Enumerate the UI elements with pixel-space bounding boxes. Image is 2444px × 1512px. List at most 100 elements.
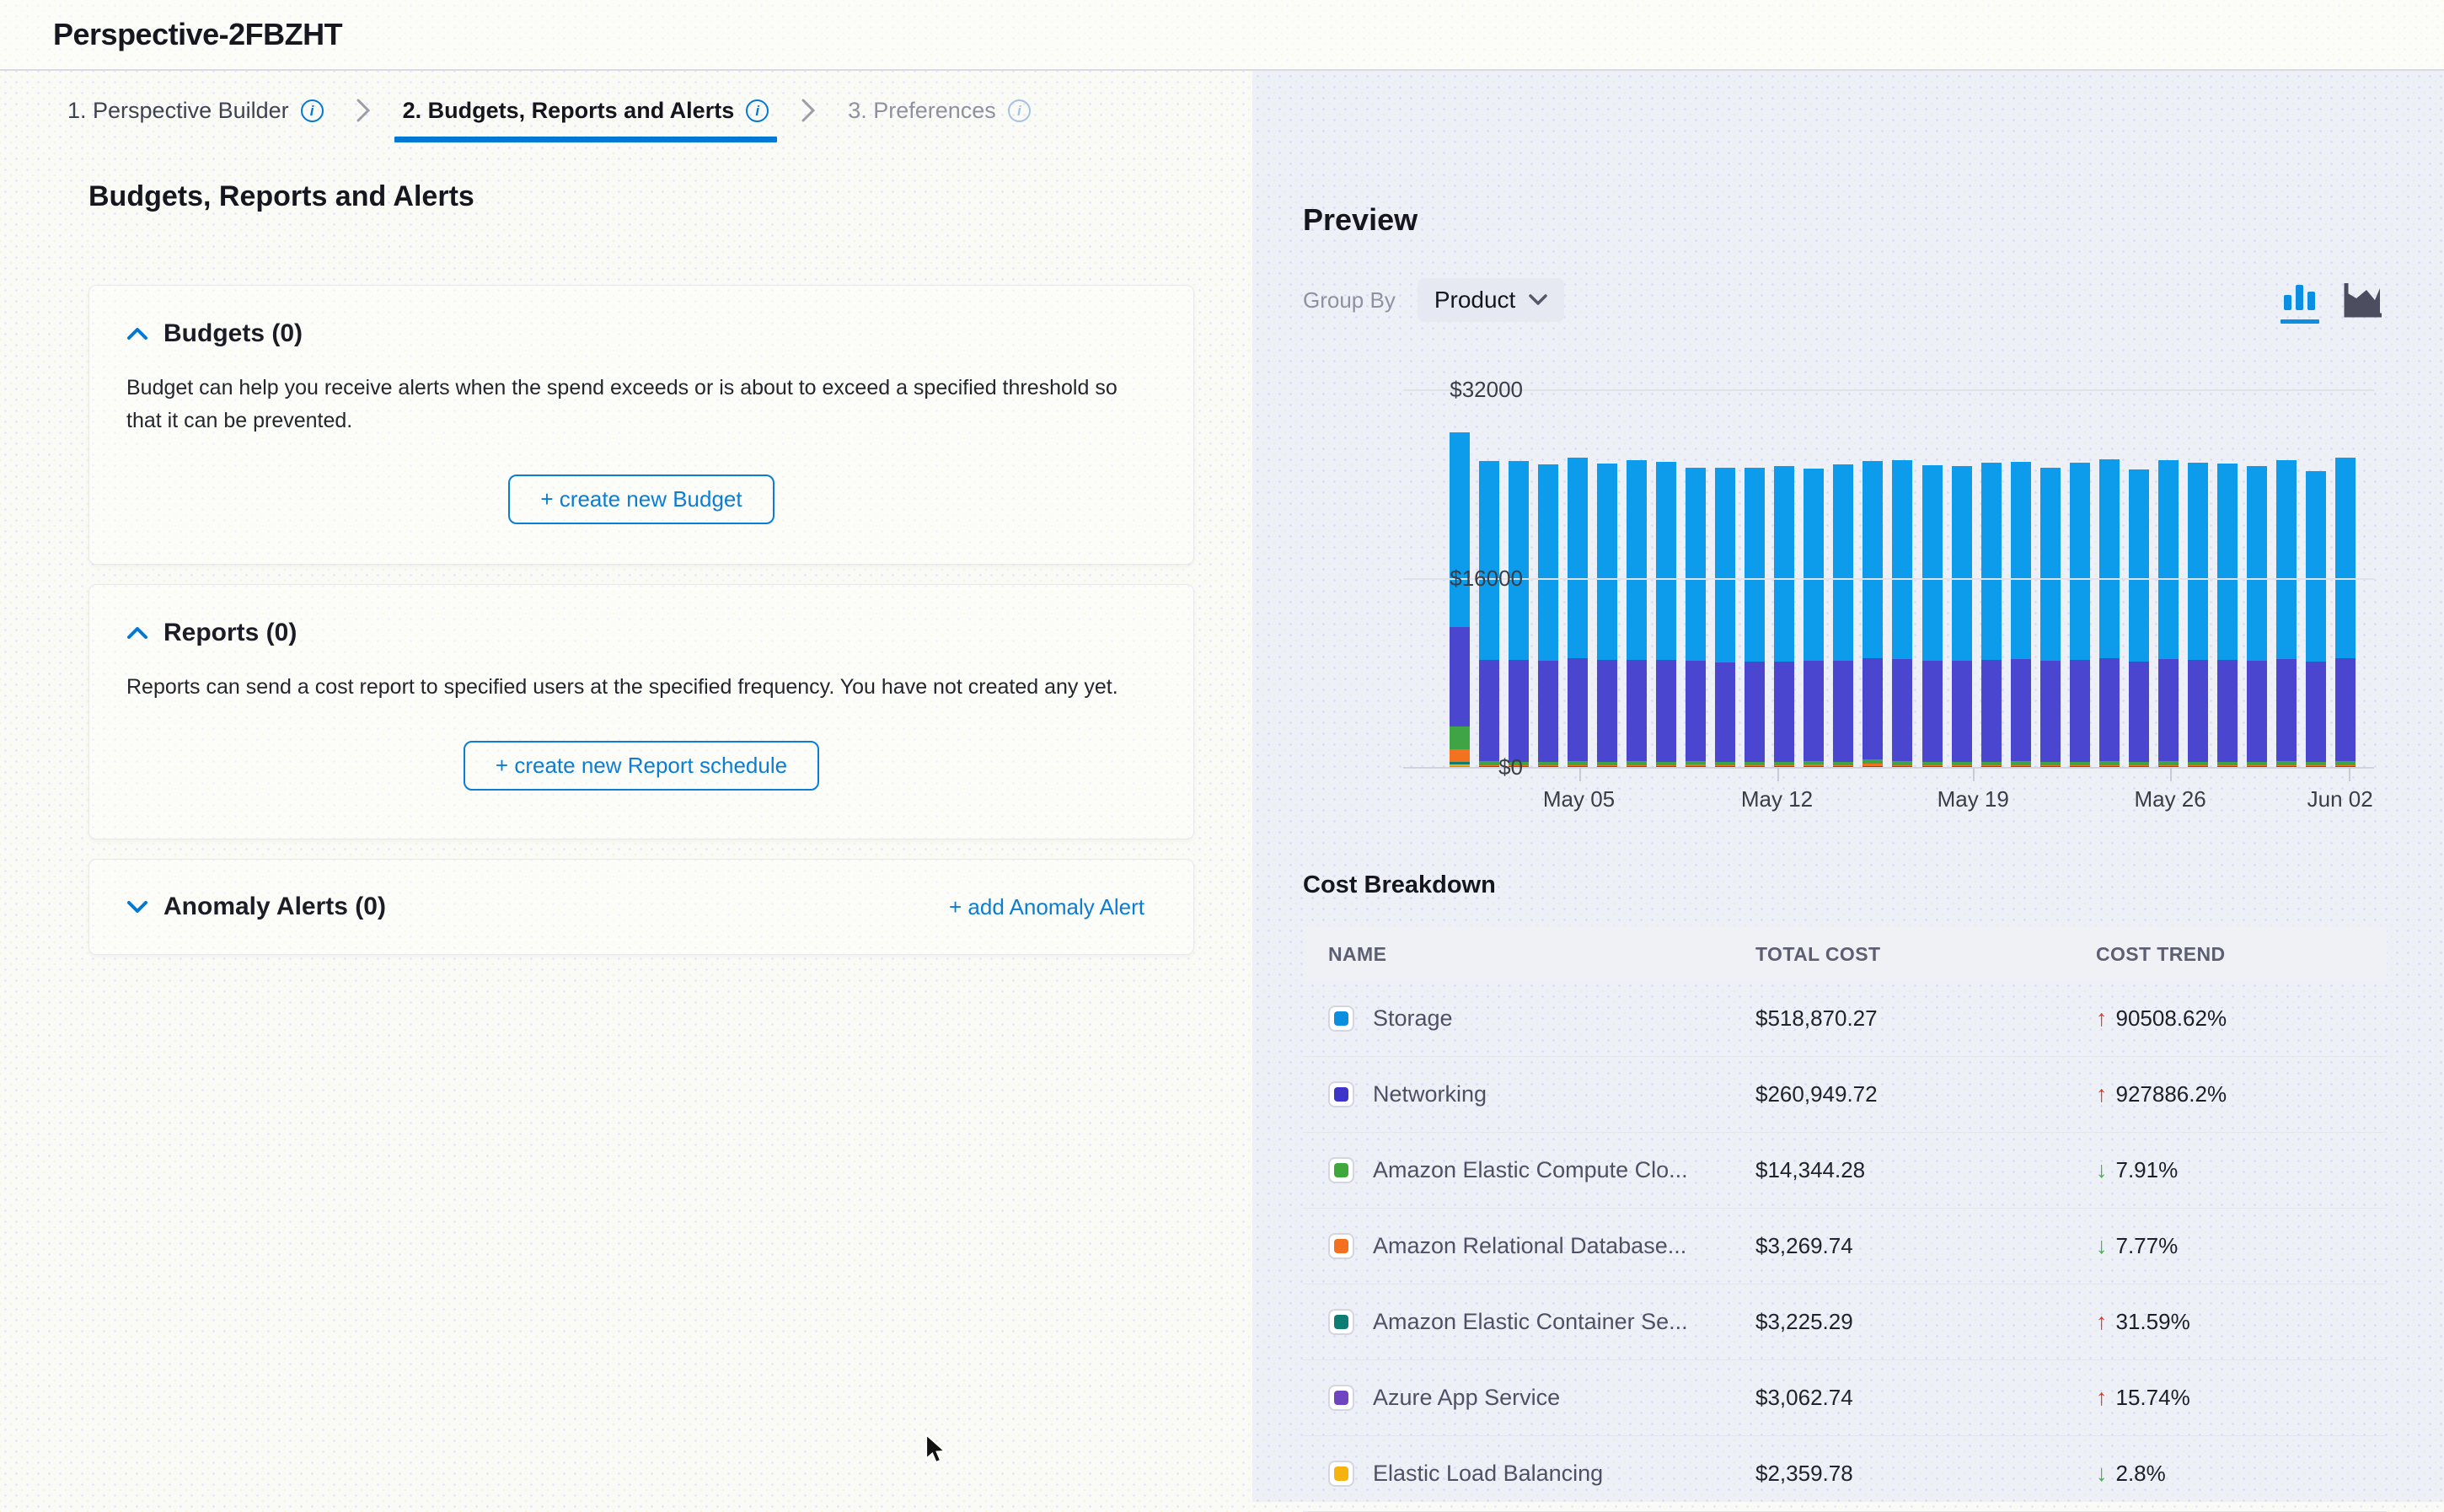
x-axis-tick [2170, 768, 2172, 781]
series-color-swatch[interactable] [1328, 1309, 1354, 1335]
trend-value: 31.59% [2116, 1309, 2190, 1335]
mouse-cursor [921, 1433, 953, 1471]
preview-title: Preview [1303, 202, 1418, 238]
tab-budgets-reports-alerts[interactable]: 2. Budgets, Reports and Alerts i [403, 98, 769, 124]
bar-segment [1952, 661, 1972, 762]
table-row[interactable]: Storage $518,870.27↑90508.62% [1303, 981, 2387, 1057]
stacked-bar-may-05[interactable] [1538, 464, 1558, 768]
bar-segment [2011, 462, 2031, 660]
stacked-bar-may-07[interactable] [1597, 464, 1617, 768]
stacked-bar-may-04[interactable] [1509, 461, 1529, 768]
bar-segment [2217, 660, 2238, 761]
area-chart-toggle[interactable] [2343, 281, 2385, 319]
chevron-up-icon[interactable] [126, 625, 148, 641]
stacked-bar-may-09[interactable] [1656, 462, 1676, 768]
product-name: Amazon Relational Database... [1373, 1233, 1686, 1259]
bar-segment [1922, 465, 1943, 661]
tab-perspective-builder[interactable]: 1. Perspective Builder i [67, 98, 324, 124]
info-icon[interactable]: i [746, 99, 769, 122]
tab-preferences[interactable]: 3. Preferences i [848, 98, 1031, 124]
cost-chart[interactable]: $32000$16000$0May 05May 12May 19May 26Ju… [1403, 390, 2374, 768]
trend-up-arrow-icon: ↑ [2096, 1081, 2108, 1107]
stacked-bar-jun-01[interactable] [2335, 458, 2356, 768]
bar-segment [1450, 627, 1470, 727]
table-row[interactable]: Elastic Load Balancing$2,359.78↓2.8% [1303, 1436, 2387, 1512]
group-by-dropdown[interactable]: Product [1418, 278, 1565, 322]
stacked-bar-may-29[interactable] [2247, 466, 2267, 768]
series-color-swatch[interactable] [1328, 1157, 1354, 1183]
info-icon[interactable]: i [1008, 99, 1031, 122]
bar-segment [2276, 659, 2297, 761]
series-color-swatch[interactable] [1328, 1081, 1354, 1107]
stacked-bar-may-02[interactable] [1450, 432, 1470, 768]
stacked-bar-may-13[interactable] [1774, 466, 1794, 768]
series-color-swatch[interactable] [1328, 1461, 1354, 1487]
series-color-swatch[interactable] [1328, 1005, 1354, 1032]
row-total-cost: $518,870.27 [1755, 1005, 2096, 1032]
bar-segment [2099, 658, 2120, 761]
stacked-bar-may-23[interactable] [2070, 463, 2090, 768]
budgets-title[interactable]: Budgets (0) [163, 319, 303, 348]
bar-segment [2276, 460, 2297, 660]
bar-segment [1597, 660, 1617, 761]
row-cost-trend: ↑31.59% [2096, 1309, 2387, 1335]
stacked-bar-may-25[interactable] [2129, 469, 2149, 768]
table-row[interactable]: Amazon Relational Database... $3,269.74↓7… [1303, 1209, 2387, 1284]
bar-segment [1804, 469, 1824, 661]
table-row[interactable]: Amazon Elastic Container Se...$3,225.29↑… [1303, 1284, 2387, 1360]
table-row[interactable]: Azure App Service$3,062.74↑15.74% [1303, 1360, 2387, 1436]
stacked-bar-may-10[interactable] [1686, 468, 1706, 768]
bar-segment [2247, 661, 2267, 762]
bar-segment [1686, 468, 1706, 661]
stacked-bar-may-03[interactable] [1479, 461, 1499, 768]
top-header: Perspective-2FBZHT [0, 0, 2444, 71]
stacked-bar-may-12[interactable] [1745, 468, 1765, 768]
stacked-bar-may-17[interactable] [1892, 460, 1912, 768]
row-cost-trend: ↓7.91% [2096, 1157, 2387, 1183]
stacked-bar-may-14[interactable] [1804, 469, 1824, 768]
table-row[interactable]: Amazon Elastic Compute Clo...$14,344.28↓… [1303, 1133, 2387, 1209]
chevron-down-icon[interactable] [126, 899, 148, 914]
bar-chart-toggle[interactable] [2281, 281, 2319, 324]
x-axis-tick [1777, 768, 1779, 781]
create-budget-button[interactable]: + create new Budget [508, 475, 774, 524]
product-name: Networking [1373, 1081, 1487, 1107]
reports-title[interactable]: Reports (0) [163, 619, 297, 647]
product-name: Storage [1373, 1005, 1453, 1032]
stacked-bar-may-27[interactable] [2188, 463, 2208, 768]
stacked-bar-may-20[interactable] [1981, 463, 2002, 768]
bar-segment [1656, 660, 1676, 761]
stacked-bar-may-28[interactable] [2217, 464, 2238, 768]
anomaly-alerts-title[interactable]: Anomaly Alerts (0) [163, 893, 386, 921]
area-chart-icon [2343, 281, 2385, 319]
y-axis-label: $16000 [1337, 566, 1523, 592]
stacked-bar-may-24[interactable] [2099, 459, 2120, 768]
stacked-bar-may-26[interactable] [2158, 460, 2179, 768]
create-report-schedule-button[interactable]: + create new Report schedule [464, 741, 819, 791]
table-row[interactable]: Networking$260,949.72↑927886.2% [1303, 1057, 2387, 1133]
trend-down-arrow-icon: ↓ [2096, 1233, 2108, 1259]
row-cost-trend: ↓7.77% [2096, 1233, 2387, 1259]
row-cost-trend: ↑90508.62% [2096, 1005, 2387, 1032]
add-anomaly-alert-link[interactable]: + add Anomaly Alert [949, 894, 1144, 920]
stacked-bar-may-06[interactable] [1568, 458, 1588, 768]
stacked-bar-may-11[interactable] [1715, 468, 1735, 768]
row-cost-trend: ↓2.8% [2096, 1461, 2387, 1487]
stacked-bar-may-08[interactable] [1627, 460, 1647, 768]
stacked-bar-may-15[interactable] [1833, 464, 1853, 768]
stacked-bar-may-30[interactable] [2276, 460, 2297, 768]
stacked-bar-may-21[interactable] [2011, 462, 2031, 768]
series-color-swatch[interactable] [1328, 1385, 1354, 1411]
bar-segment [2188, 660, 2208, 761]
stacked-bar-may-22[interactable] [2040, 468, 2061, 768]
stacked-bar-may-16[interactable] [1862, 461, 1883, 768]
stacked-bar-may-19[interactable] [1952, 466, 1972, 768]
row-total-cost: $3,269.74 [1755, 1233, 2096, 1259]
stacked-bar-may-18[interactable] [1922, 465, 1943, 768]
series-color-swatch[interactable] [1328, 1233, 1354, 1259]
x-axis-tick [2349, 768, 2350, 781]
info-icon[interactable]: i [301, 99, 324, 122]
stacked-bar-may-31[interactable] [2306, 471, 2326, 769]
bar-segment [1450, 432, 1470, 627]
chevron-up-icon[interactable] [126, 326, 148, 341]
